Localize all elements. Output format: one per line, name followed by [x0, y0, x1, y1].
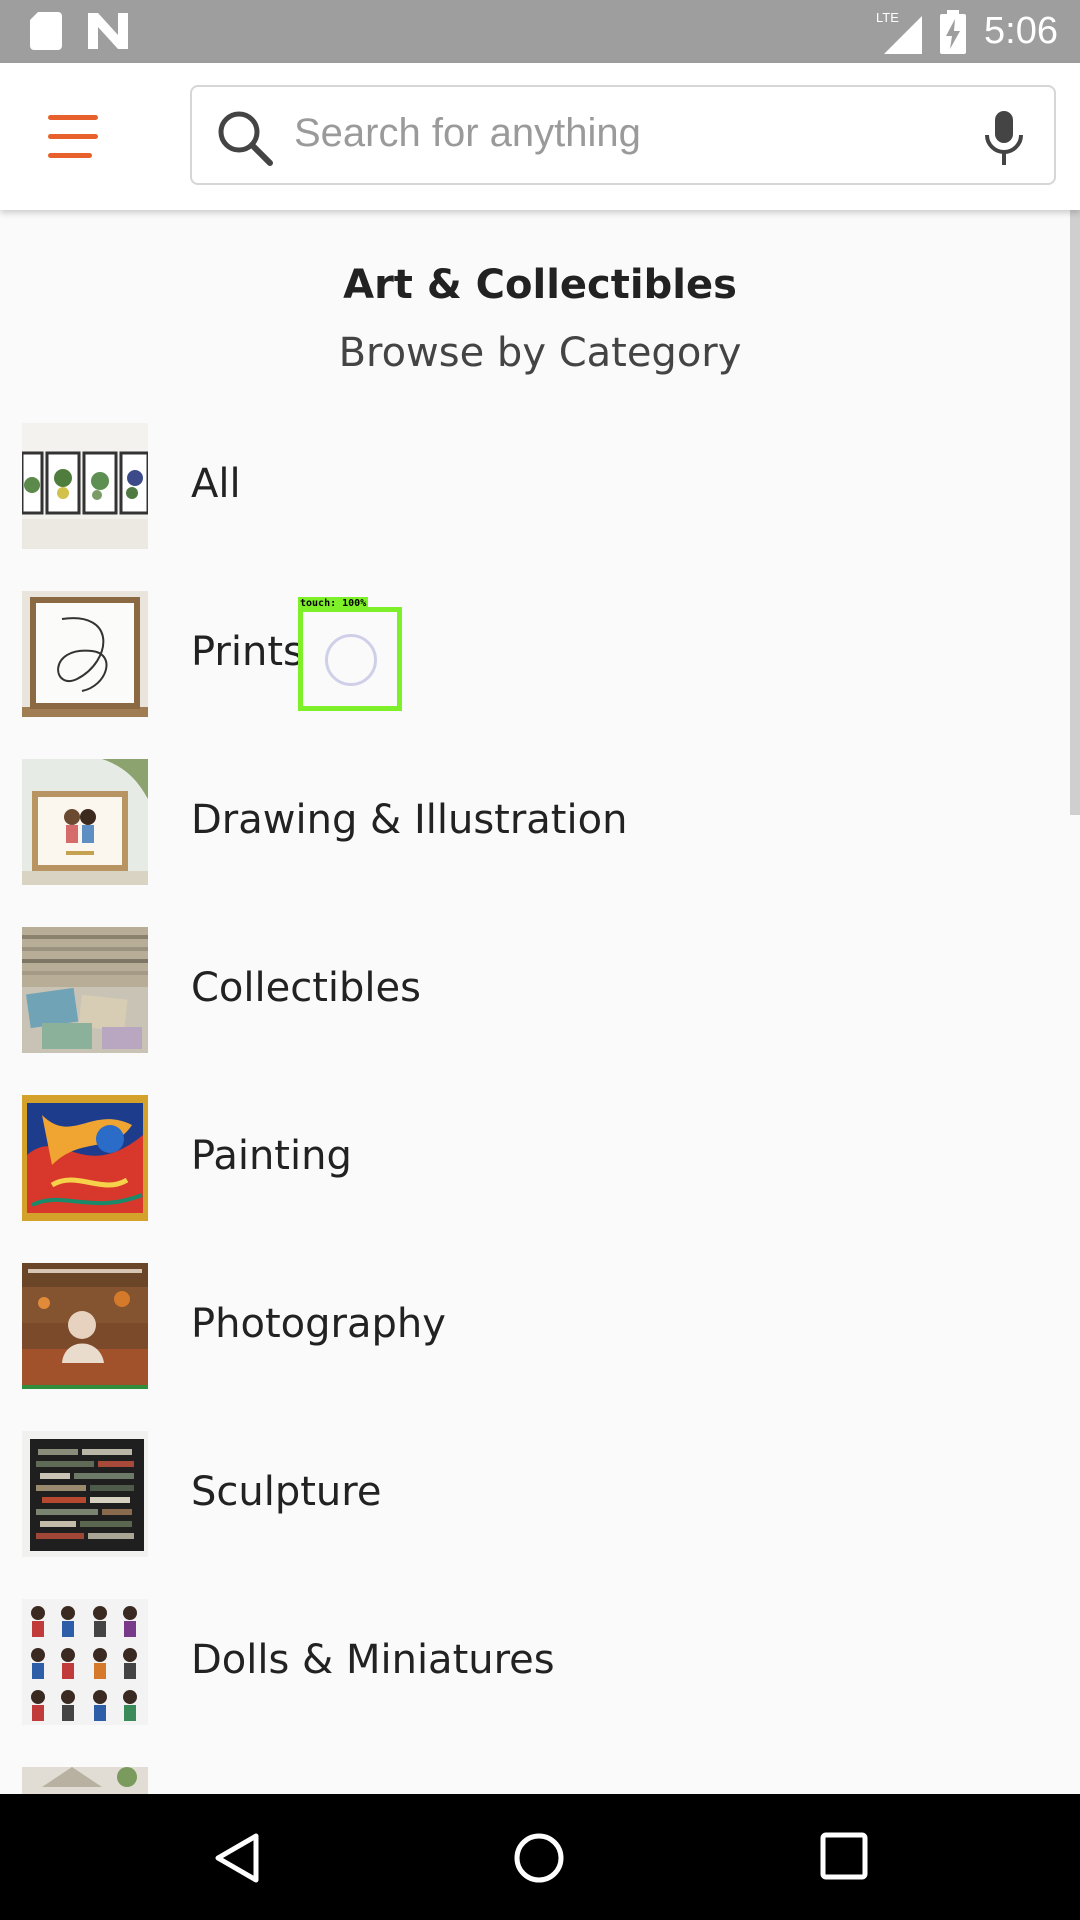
- category-label: Sculpture: [191, 1469, 382, 1515]
- back-icon[interactable]: [214, 1832, 260, 1884]
- touch-ripple-icon: [325, 634, 377, 686]
- microphone-icon[interactable]: [984, 111, 1024, 165]
- category-item-drawing-illustration[interactable]: Drawing & Illustration: [0, 759, 1060, 885]
- category-label: Photography: [191, 1301, 446, 1347]
- category-thumbnail-prints: [22, 591, 148, 717]
- category-label: Prints: [191, 629, 304, 675]
- category-label: Painting: [191, 1133, 352, 1179]
- navigation-bar: [0, 1794, 1080, 1920]
- status-bar: LTE 5:06: [0, 0, 1080, 63]
- category-item-partial[interactable]: [0, 1767, 1060, 1794]
- category-thumbnail-drawing-illustration: [22, 759, 148, 885]
- category-label: Collectibles: [191, 965, 421, 1011]
- category-item-all[interactable]: All: [0, 423, 1060, 549]
- app-bar: Search for anything: [0, 63, 1080, 210]
- page-subtitle: Browse by Category: [338, 330, 742, 376]
- touch-indicator: [298, 607, 402, 711]
- lte-signal-icon: LTE: [876, 10, 923, 54]
- category-item-dolls-miniatures[interactable]: Dolls & Miniatures: [0, 1599, 1060, 1725]
- n-notification-icon: [88, 13, 128, 49]
- home-icon[interactable]: [513, 1832, 565, 1884]
- search-placeholder: Search for anything: [294, 111, 641, 155]
- category-label: Dolls & Miniatures: [191, 1637, 555, 1683]
- category-item-collectibles[interactable]: Collectibles: [0, 927, 1060, 1053]
- category-item-prints[interactable]: Prints: [0, 591, 1060, 717]
- category-label: Drawing & Illustration: [191, 797, 628, 843]
- search-input[interactable]: Search for anything: [190, 85, 1056, 185]
- scrollbar[interactable]: [1070, 210, 1080, 815]
- status-time: 5:06: [984, 10, 1058, 52]
- hamburger-menu-icon[interactable]: [48, 115, 98, 159]
- page-title: Art & Collectibles: [343, 262, 737, 308]
- category-item-photography[interactable]: Photography: [0, 1263, 1060, 1389]
- sd-card-icon: [30, 12, 62, 50]
- search-icon: [218, 111, 273, 166]
- category-thumbnail-dolls-miniatures: [22, 1599, 148, 1725]
- battery-charging-icon: [940, 9, 967, 54]
- category-thumbnail-painting: [22, 1095, 148, 1221]
- recents-icon[interactable]: [820, 1832, 868, 1880]
- category-label: All: [191, 461, 241, 507]
- category-item-painting[interactable]: Painting: [0, 1095, 1060, 1221]
- category-thumbnail-all: [22, 423, 148, 549]
- category-thumbnail-collectibles: [22, 927, 148, 1053]
- category-thumbnail-photography: [22, 1263, 148, 1389]
- category-thumbnail-sculpture: [22, 1431, 148, 1557]
- category-thumbnail-partial: [22, 1767, 148, 1794]
- category-item-sculpture[interactable]: Sculpture: [0, 1431, 1060, 1557]
